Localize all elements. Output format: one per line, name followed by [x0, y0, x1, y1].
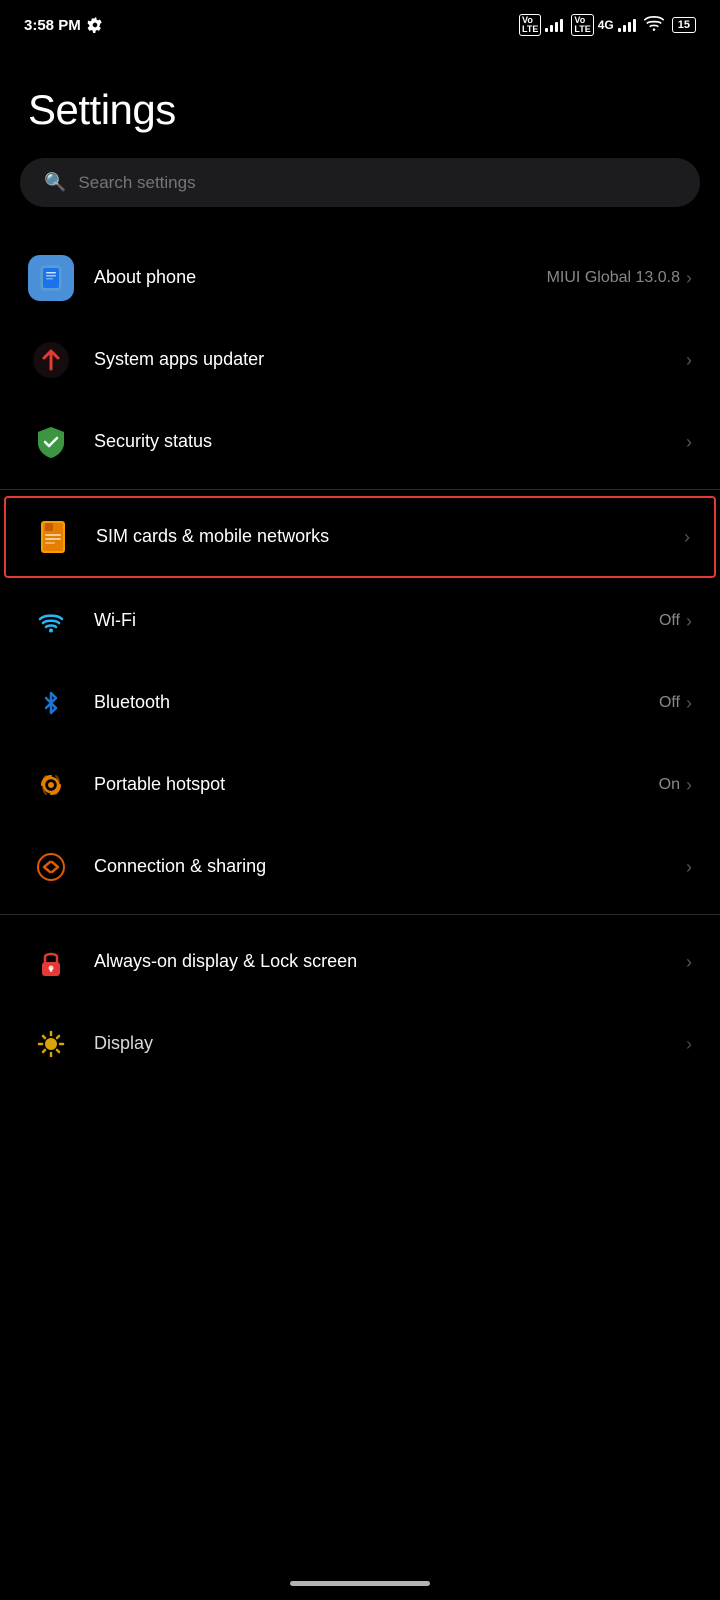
about-phone-subtitle: MIUI Global 13.0.8 [547, 269, 680, 287]
volte-badge-2: VoLTE [571, 14, 593, 36]
signal-bars-2 [618, 18, 636, 32]
connection-sharing-icon [28, 844, 74, 890]
status-right: VoLTE VoLTE 4G [519, 14, 696, 36]
section-connectivity: SIM cards & mobile networks › Wi-Fi Off … [0, 496, 720, 908]
sim-cards-label: SIM cards & mobile networks [96, 525, 684, 548]
hotspot-content: Portable hotspot [94, 773, 659, 796]
search-bar[interactable]: 🔍 [20, 158, 700, 207]
always-on-display-content: Always-on display & Lock screen [94, 950, 686, 973]
sim-cards-icon [30, 514, 76, 560]
about-phone-right: MIUI Global 13.0.8 › [547, 268, 692, 289]
signal-group-2: VoLTE 4G [571, 14, 635, 36]
system-apps-label: System apps updater [94, 348, 686, 371]
display-chevron: › [686, 1034, 692, 1055]
wifi-chevron: › [686, 611, 692, 632]
connection-sharing-right: › [686, 857, 692, 878]
divider-1 [0, 489, 720, 490]
bluetooth-right: Off › [659, 693, 692, 714]
system-apps-right: › [686, 350, 692, 371]
display-icon [28, 1021, 74, 1067]
signal-group-1: VoLTE [519, 14, 563, 36]
wifi-right: Off › [659, 611, 692, 632]
wifi-content: Wi-Fi [94, 609, 659, 632]
bluetooth-chevron: › [686, 693, 692, 714]
bluetooth-status: Off [659, 694, 680, 712]
settings-item-display[interactable]: Display › [0, 1003, 720, 1075]
settings-item-sim-cards[interactable]: SIM cards & mobile networks › [4, 496, 716, 578]
system-apps-content: System apps updater [94, 348, 686, 371]
settings-item-security-status[interactable]: Security status › [0, 401, 720, 483]
wifi-status-icon [644, 15, 664, 35]
section-display: Always-on display & Lock screen › Displa… [0, 921, 720, 1075]
page-title: Settings [0, 46, 720, 158]
signal-bars-1 [545, 18, 563, 32]
divider-2 [0, 914, 720, 915]
wifi-label: Wi-Fi [94, 609, 659, 632]
always-on-display-right: › [686, 952, 692, 973]
settings-item-bluetooth[interactable]: Bluetooth Off › [0, 662, 720, 744]
security-status-label: Security status [94, 430, 686, 453]
security-status-right: › [686, 432, 692, 453]
time-display: 3:58 PM [24, 17, 81, 34]
connection-sharing-content: Connection & sharing [94, 855, 686, 878]
always-on-display-icon [28, 939, 74, 985]
hotspot-status: On [659, 776, 680, 794]
display-right: › [686, 1034, 692, 1055]
sim-cards-right: › [684, 527, 690, 548]
hotspot-right: On › [659, 775, 692, 796]
about-phone-icon [28, 255, 74, 301]
search-icon: 🔍 [44, 172, 66, 193]
bluetooth-label: Bluetooth [94, 691, 659, 714]
gear-icon [87, 17, 103, 33]
section-top: About phone MIUI Global 13.0.8 › System … [0, 237, 720, 483]
home-indicator [290, 1581, 430, 1586]
hotspot-icon [28, 762, 74, 808]
security-status-chevron: › [686, 432, 692, 453]
wifi-icon-item [28, 598, 74, 644]
security-status-icon [28, 419, 74, 465]
about-phone-content: About phone [94, 266, 547, 289]
always-on-display-chevron: › [686, 952, 692, 973]
status-bar: 3:58 PM VoLTE VoLTE 4G [0, 0, 720, 46]
display-content: Display [94, 1032, 686, 1055]
hotspot-label: Portable hotspot [94, 773, 659, 796]
wifi-status: Off [659, 612, 680, 630]
settings-item-hotspot[interactable]: Portable hotspot On › [0, 744, 720, 826]
about-phone-label: About phone [94, 266, 547, 289]
security-status-content: Security status [94, 430, 686, 453]
settings-item-connection-sharing[interactable]: Connection & sharing › [0, 826, 720, 908]
bluetooth-icon [28, 680, 74, 726]
hotspot-chevron: › [686, 775, 692, 796]
display-label: Display [94, 1032, 686, 1055]
system-apps-icon [28, 337, 74, 383]
sim-cards-chevron: › [684, 527, 690, 548]
status-left: 3:58 PM [24, 17, 103, 34]
battery-indicator: 15 [672, 17, 696, 33]
bluetooth-content: Bluetooth [94, 691, 659, 714]
about-phone-chevron: › [686, 268, 692, 289]
settings-item-always-on-display[interactable]: Always-on display & Lock screen › [0, 921, 720, 1003]
volte-badge-1: VoLTE [519, 14, 541, 36]
always-on-display-label: Always-on display & Lock screen [94, 950, 686, 973]
connection-sharing-label: Connection & sharing [94, 855, 686, 878]
system-apps-chevron: › [686, 350, 692, 371]
search-input[interactable] [78, 173, 676, 193]
settings-item-wifi[interactable]: Wi-Fi Off › [0, 580, 720, 662]
settings-item-system-apps-updater[interactable]: System apps updater › [0, 319, 720, 401]
settings-item-about-phone[interactable]: About phone MIUI Global 13.0.8 › [0, 237, 720, 319]
connection-sharing-chevron: › [686, 857, 692, 878]
sim-cards-content: SIM cards & mobile networks [96, 525, 684, 548]
